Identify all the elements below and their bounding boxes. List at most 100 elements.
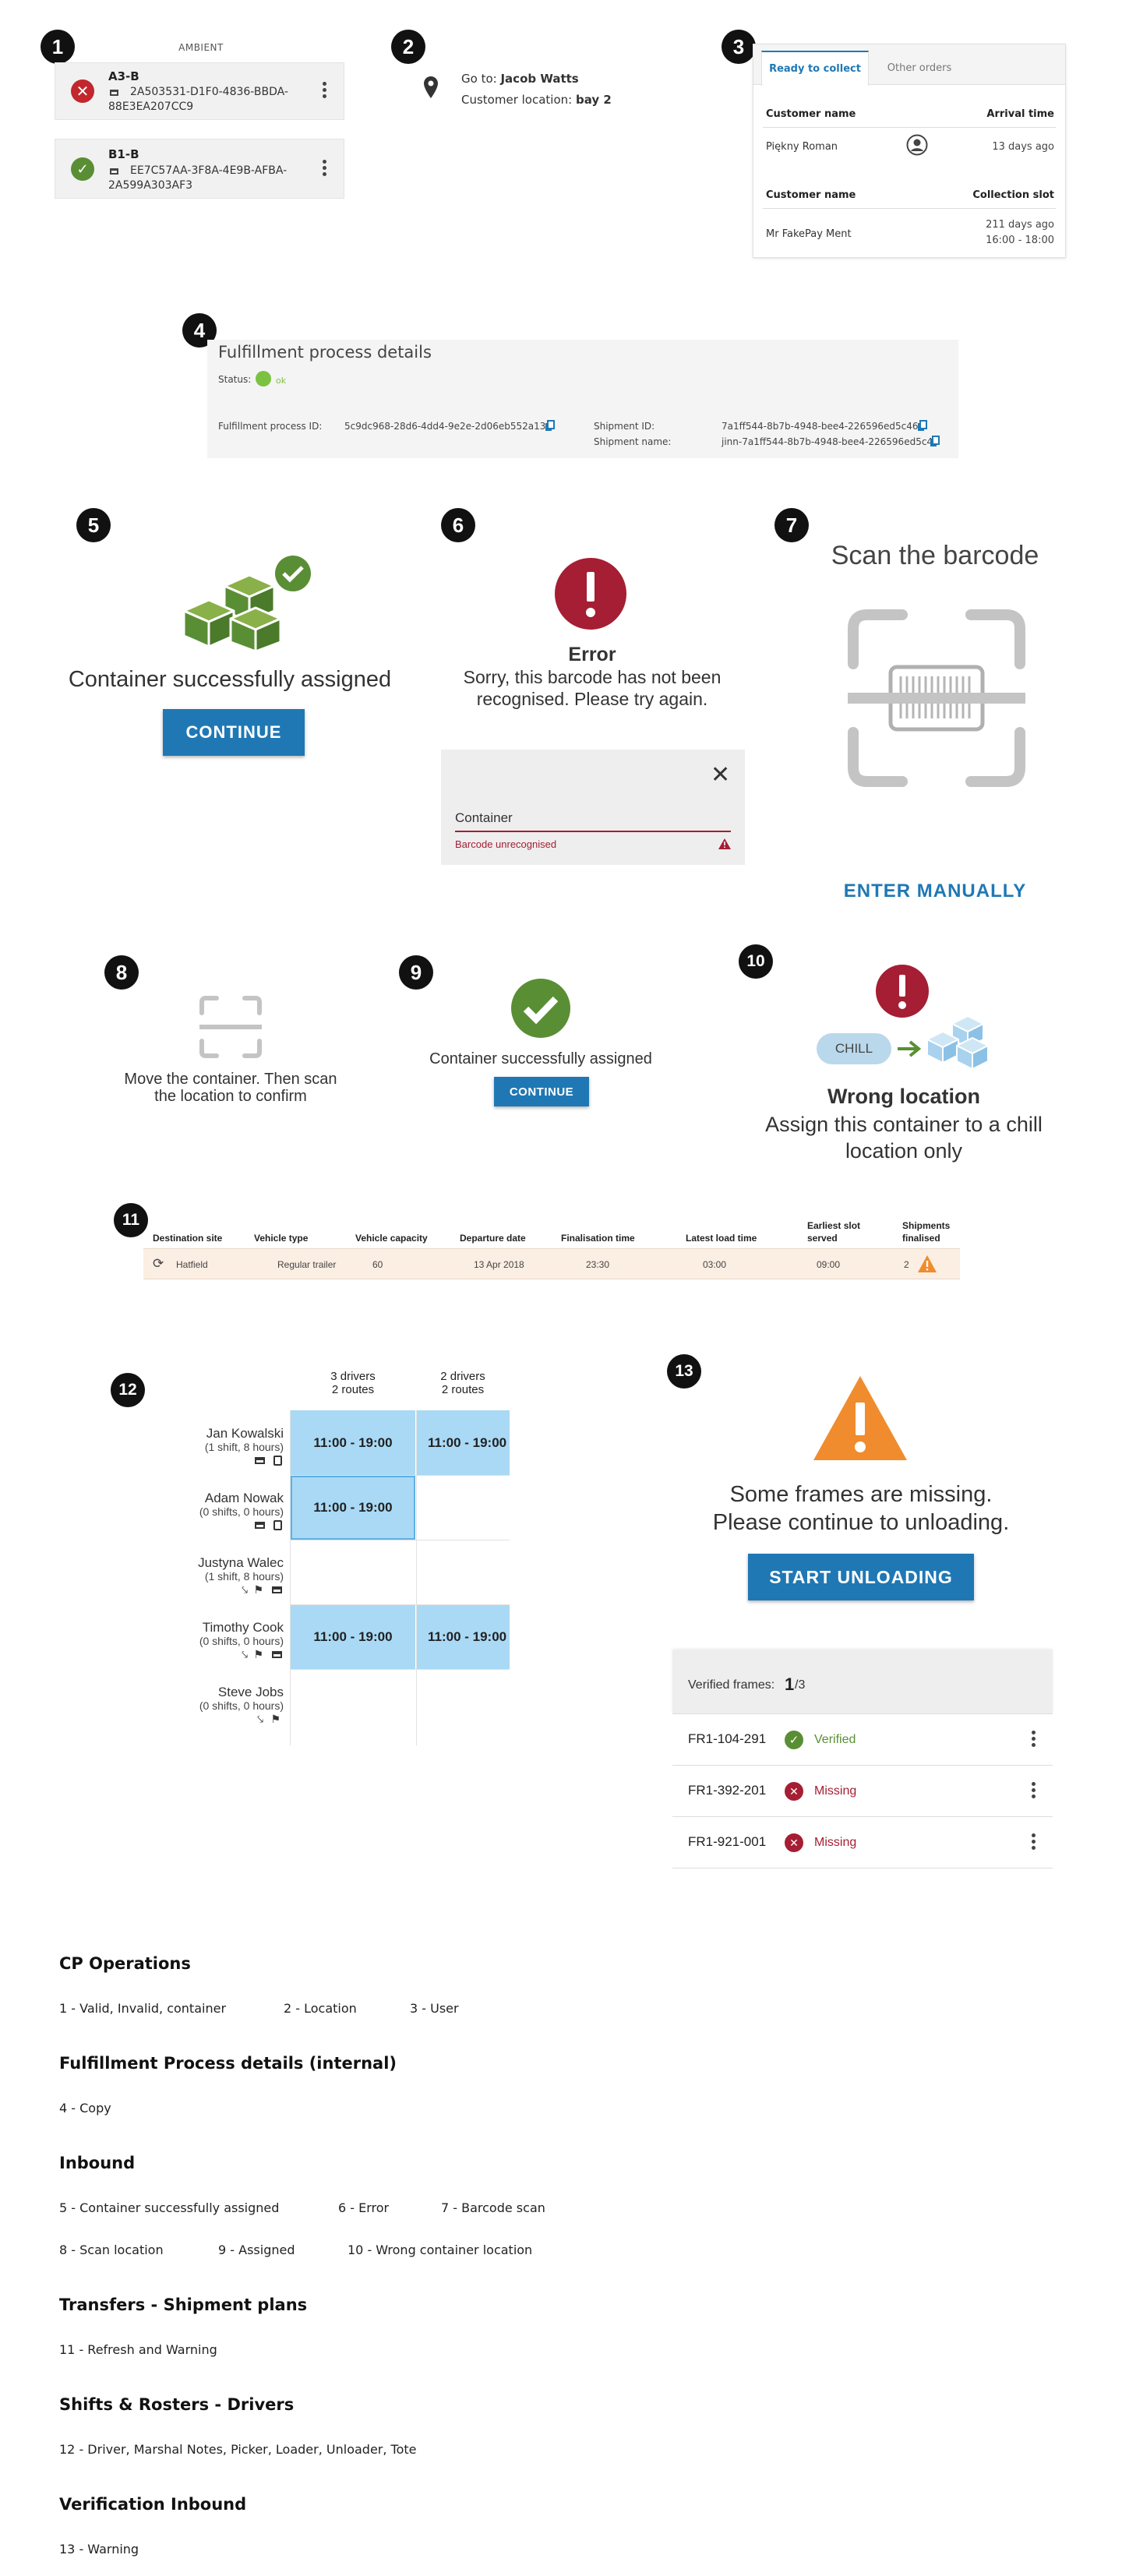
driver-row[interactable]: Adam Nowak (0 shifts, 0 hours) — [109, 1491, 284, 1545]
start-unloading-button[interactable]: START UNLOADING — [748, 1554, 974, 1600]
field-error-text: Barcode unrecognised — [455, 838, 557, 850]
tote-icon — [272, 1651, 282, 1658]
driver-shift-summary: (0 shifts, 0 hours) — [199, 1699, 284, 1712]
roster-column-drivers: 2 drivers — [440, 1370, 485, 1383]
copy-icon[interactable] — [932, 436, 940, 445]
legend-title: Shifts & Rosters - Drivers — [59, 2395, 295, 2414]
orders-panel: Ready to collect Other orders Customer n… — [753, 44, 1066, 258]
col-shipments-finalised: Shipments — [902, 1220, 951, 1231]
col-earliest-slot: Earliest slot — [807, 1220, 861, 1231]
continue-button[interactable]: CONTINUE — [163, 709, 305, 756]
legend-item: 11 - Refresh and Warning — [59, 2342, 217, 2357]
col-collection-slot: Collection slot — [972, 189, 1054, 201]
driver-shift-summary: (1 shift, 8 hours) — [204, 1570, 284, 1583]
shipment-id: 7a1ff544-8b7b-4948-bee4-226596ed5c46 — [722, 421, 919, 432]
shift-block[interactable]: 11:00 - 19:00 — [417, 1605, 510, 1669]
location-goto: Go to: Jacob Watts — [461, 72, 579, 86]
container-id: EE7C57AA-3F8A-4E9B-AFBA- — [130, 164, 288, 177]
tab-other-orders[interactable]: Other orders — [877, 51, 962, 85]
container-card-b1b[interactable]: ✓ B1-B EE7C57AA-3F8A-4E9B-AFBA- 2A599A30… — [55, 139, 344, 199]
frame-id: FR1-921-001 — [688, 1834, 767, 1849]
driver-shift-summary: (0 shifts, 0 hours) — [199, 1635, 284, 1647]
shift-block[interactable]: 11:00 - 19:00 — [417, 1410, 510, 1475]
driver-shift-summary: (0 shifts, 0 hours) — [199, 1505, 284, 1518]
notes-icon — [273, 1456, 282, 1466]
copy-icon[interactable] — [919, 420, 927, 429]
col-latest-load-time: Latest load time — [686, 1233, 757, 1244]
shift-block[interactable]: 11:00 - 19:00 — [291, 1605, 415, 1669]
step-badge-5: 5 — [76, 508, 111, 542]
wrong-location-message: location only — [845, 1139, 963, 1163]
shipment-id-label: Shipment ID: — [594, 421, 655, 432]
roster-column-drivers: 3 drivers — [330, 1370, 376, 1383]
driver-name: Justyna Walec — [198, 1555, 284, 1570]
goto-label: Go to: — [461, 72, 497, 86]
legend-item: 12 - Driver, Marshal Notes, Picker, Load… — [59, 2442, 417, 2457]
container-field-underline[interactable] — [455, 831, 731, 832]
continue-button-small[interactable]: CONTINUE — [494, 1077, 589, 1106]
driver-row[interactable]: Steve Jobs (0 shifts, 0 hours) ⤥ ⚑ — [109, 1685, 284, 1739]
legend-title: Inbound — [59, 2154, 136, 2172]
customer-name: Mr FakePay Ment — [766, 228, 852, 240]
barcode-scan-icon — [848, 609, 1025, 787]
process-id-label: Fulfillment process ID: — [218, 421, 323, 432]
container-id: 88E3EA207CC9 — [108, 101, 194, 113]
col-finalisation-time: Finalisation time — [561, 1233, 635, 1244]
departure-date: 13 Apr 2018 — [474, 1259, 524, 1270]
more-options-icon[interactable] — [1031, 1731, 1036, 1749]
step-badge-12: 12 — [111, 1373, 145, 1407]
wrong-location-message: Assign this container to a chill — [765, 1113, 1043, 1136]
more-options-icon[interactable] — [1031, 1833, 1036, 1852]
copy-icon[interactable] — [547, 420, 555, 429]
shift-block[interactable]: 11:00 - 19:00 — [291, 1410, 415, 1475]
verified-frames-total: /3 — [795, 1678, 806, 1692]
shift-block-selected[interactable]: 11:00 - 19:00 — [291, 1476, 415, 1540]
verified-frames-header: Verified frames: 1 /3 — [672, 1650, 1053, 1714]
fulfillment-panel: Fulfillment process details Status: ok F… — [207, 340, 958, 458]
col-customer-name: Customer name — [766, 189, 856, 201]
loader-icon: ⚑ — [253, 1583, 263, 1596]
refresh-icon[interactable]: ⟳ — [153, 1256, 164, 1272]
driver-row[interactable]: Justyna Walec (1 shift, 8 hours) ⤥ ⚑ — [109, 1555, 284, 1610]
vehicle-type: Regular trailer — [277, 1259, 337, 1270]
tote-icon — [255, 1457, 265, 1464]
driver-row[interactable]: Jan Kowalski (1 shift, 8 hours) — [109, 1426, 284, 1480]
legend-item: 6 - Error — [338, 2200, 390, 2215]
legend-item: 10 - Wrong container location — [348, 2243, 533, 2257]
container-id: 2A503531-D1F0-4836-BBDA- — [130, 86, 288, 98]
frame-row[interactable]: FR1-392-201 ✕ Missing — [672, 1766, 1053, 1817]
success-check-icon — [511, 979, 570, 1038]
driver-name: Jan Kowalski — [206, 1426, 284, 1441]
container-code: B1-B — [108, 147, 139, 161]
legend-title: Transfers - Shipment plans — [59, 2295, 308, 2314]
error-icon — [555, 558, 626, 630]
user-avatar-icon[interactable] — [906, 134, 928, 156]
legend-title: Verification Inbound — [59, 2495, 247, 2514]
container-card-a3b[interactable]: ✕ A3-B 2A503531-D1F0-4836-BBDA- 88E3EA20… — [55, 62, 344, 120]
verified-icon: ✓ — [785, 1731, 803, 1749]
more-options-icon[interactable] — [1031, 1782, 1036, 1801]
col-vehicle-type: Vehicle type — [254, 1233, 309, 1244]
driver-name: Timothy Cook — [202, 1620, 284, 1635]
more-options-icon[interactable] — [322, 82, 326, 101]
frame-id: FR1-104-291 — [688, 1731, 767, 1746]
shipment-plan-row[interactable]: ⟳ Hatfield Regular trailer 60 13 Apr 201… — [143, 1248, 960, 1279]
close-icon[interactable]: ✕ — [711, 764, 730, 787]
collection-slot-time: 16:00 - 18:00 — [986, 235, 1054, 246]
driver-row[interactable]: Timothy Cook (0 shifts, 0 hours) ⤥ ⚑ — [109, 1620, 284, 1674]
scan-location-message: Move the container. Then scan — [124, 1071, 337, 1088]
picker-icon: ⤥ — [242, 1583, 248, 1596]
picker-icon: ⤥ — [242, 1648, 248, 1660]
fulfillment-title: Fulfillment process details — [218, 343, 432, 362]
frame-status: Missing — [814, 1836, 857, 1849]
enter-manually-link[interactable]: ENTER MANUALLY — [779, 880, 1091, 902]
more-options-icon[interactable] — [322, 160, 326, 178]
roster-column-routes: 2 routes — [441, 1383, 485, 1396]
frame-row[interactable]: FR1-104-291 ✓ Verified — [672, 1714, 1053, 1766]
driver-name: Steve Jobs — [217, 1685, 284, 1699]
step-badge-6: 6 — [441, 508, 475, 542]
col-arrival-time: Arrival time — [986, 108, 1054, 120]
frame-row[interactable]: FR1-921-001 ✕ Missing — [672, 1817, 1053, 1868]
customer-location-label: Customer location: — [461, 93, 573, 107]
tab-ready-to-collect[interactable]: Ready to collect — [761, 51, 869, 86]
